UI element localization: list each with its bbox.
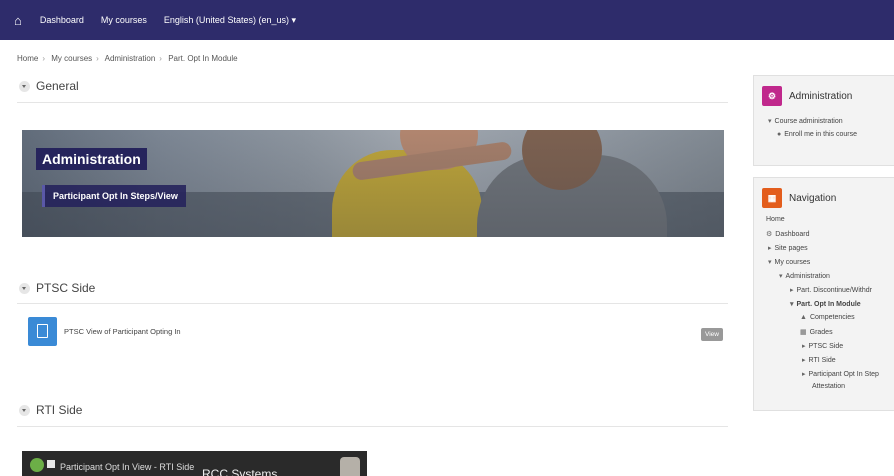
breadcrumb-my-courses[interactable]: My courses [51,54,92,63]
nav-grades[interactable]: ▦ Grades [800,328,833,337]
document-icon [28,316,57,346]
activity-name[interactable]: PTSC View of Participant Opting In [64,327,181,336]
nav-attestation[interactable]: Attestation [812,383,845,390]
video-thumbnail-figure [340,457,360,476]
caret-right-icon: ▸ [802,357,806,364]
nav-my-courses-link[interactable]: My courses [101,15,147,25]
nav-rti-side[interactable]: ▸ RTI Side [802,356,836,365]
course-banner-image: Administration Participant Opt In Steps/… [22,130,724,237]
section-ptsc-title: PTSC Side [36,281,96,295]
nav-ptsc-side[interactable]: ▸ PTSC Side [802,342,844,351]
nav-participant-opt-in-step[interactable]: ▸ Participant Opt In Step [802,370,879,379]
collapse-toggle-icon[interactable] [19,80,30,92]
breadcrumb-home[interactable]: Home [17,54,38,63]
embedded-video[interactable]: Participant Opt In View - RTI Side RCC S… [22,451,367,476]
administration-block-title: Administration [789,90,853,102]
section-ptsc[interactable]: PTSC Side [19,281,95,295]
nav-ptsc-side-label[interactable]: PTSC Side [809,343,844,350]
breadcrumb: Home › My courses › Administration › Part. … [17,54,238,63]
collapse-toggle-icon[interactable] [19,404,30,416]
nav-attestation-label[interactable]: Attestation [812,383,845,390]
nav-participant-opt-in-step-label[interactable]: Participant Opt In Step [809,371,879,378]
top-navbar: ⌂ Dashboard My courses English (United S… [0,0,894,40]
user-icon: ● [777,131,782,138]
caret-right-icon: ▸ [790,287,794,294]
nav-competencies-label[interactable]: Competencies [810,314,855,321]
language-menu[interactable]: English (United States) (en_us) ▾ [164,15,296,26]
nav-my-courses-label[interactable]: My courses [775,259,811,266]
section-general-title: General [36,79,79,93]
nav-grades-label[interactable]: Grades [810,329,833,336]
nav-dashboard[interactable]: ⚙ Dashboard [766,230,810,239]
divider [17,426,728,427]
competencies-icon: ▲ [800,314,807,321]
home-icon[interactable]: ⌂ [14,13,22,28]
collapse-toggle-icon[interactable] [19,282,30,294]
video-title[interactable]: Participant Opt In View - RTI Side [60,462,194,472]
channel-logo-mark-icon [47,460,55,468]
course-administration-label[interactable]: Course administration [775,118,843,125]
nav-part-discontinue-label[interactable]: Part. Discontinue/Withdr [797,287,872,294]
nav-part-opt-in[interactable]: ▾ Part. Opt In Module [790,300,861,309]
caret-down-icon: ▾ [790,301,794,308]
enroll-me-link[interactable]: ● Enroll me in this course [777,131,857,138]
view-button[interactable]: View [701,328,723,341]
nav-rti-side-label[interactable]: RTI Side [809,357,836,364]
nav-dashboard-link[interactable]: Dashboard [40,15,84,25]
dashboard-icon: ⚙ [766,231,773,238]
navigation-block-title: Navigation [789,192,837,204]
banner-subtitle: Participant Opt In Steps/View [42,185,186,207]
gears-icon: ⚙ [762,86,782,106]
nav-administration[interactable]: ▾ Administration [779,272,830,281]
divider [17,303,728,304]
caret-down-icon: ▾ [779,273,783,280]
grades-icon: ▦ [800,329,807,336]
nav-administration-label[interactable]: Administration [786,273,830,280]
breadcrumb-current[interactable]: Part. Opt In Module [168,54,237,63]
divider [17,102,728,103]
section-rti-title: RTI Side [36,403,83,417]
nav-part-discontinue[interactable]: ▸ Part. Discontinue/Withdr [790,286,872,295]
breadcrumb-administration[interactable]: Administration [105,54,156,63]
enroll-me-label[interactable]: Enroll me in this course [784,131,857,138]
nav-part-opt-in-label[interactable]: Part. Opt In Module [797,301,861,308]
activity-ptsc-view[interactable]: PTSC View of Participant Opting In [28,316,728,346]
section-general[interactable]: General [19,79,79,93]
caret-down-icon: ▾ [768,259,772,266]
section-rti[interactable]: RTI Side [19,403,82,417]
nav-home-label[interactable]: Home [766,216,785,223]
nav-competencies[interactable]: ▲ Competencies [800,314,855,321]
nav-site-pages[interactable]: ▸ Site pages [768,244,808,253]
channel-logo-icon [30,458,44,472]
caret-down-icon: ▾ [768,118,772,125]
nav-site-pages-label[interactable]: Site pages [775,245,808,252]
course-administration-node[interactable]: ▾ Course administration [768,117,843,126]
nav-my-courses[interactable]: ▾ My courses [768,258,811,267]
nav-home[interactable]: Home [766,216,785,223]
banner-title: Administration [36,148,147,170]
nav-dashboard-label[interactable]: Dashboard [775,231,809,238]
video-title-overlay: RCC Systems [202,467,278,476]
sitemap-icon: ▦ [762,188,782,208]
caret-right-icon: ▸ [768,245,772,252]
caret-right-icon: ▸ [802,343,806,350]
banner-shade [22,130,724,237]
caret-right-icon: ▸ [802,371,806,378]
